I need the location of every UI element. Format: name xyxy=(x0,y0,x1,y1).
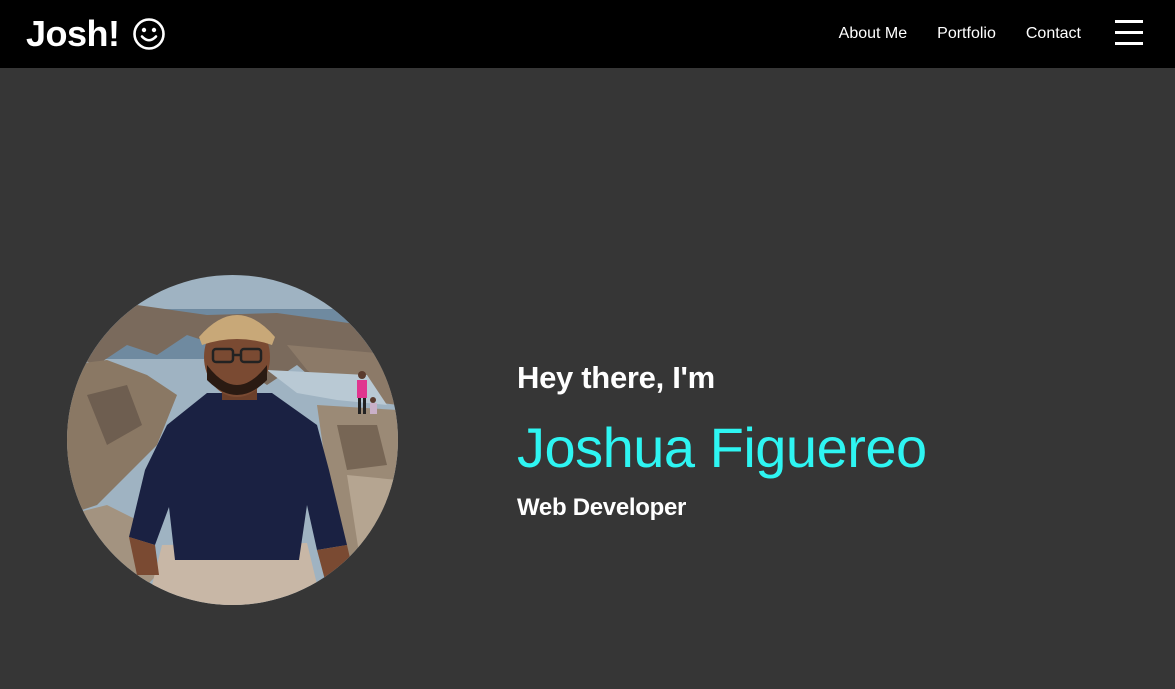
hamburger-bar xyxy=(1115,31,1143,34)
hamburger-menu-icon[interactable] xyxy=(1114,19,1144,47)
hamburger-bar xyxy=(1115,20,1143,23)
hamburger-bar xyxy=(1115,42,1143,45)
hero-name: Joshua Figuereo xyxy=(517,416,927,479)
hero-greeting: Hey there, I'm xyxy=(517,360,715,395)
nav-link-about-me[interactable]: About Me xyxy=(839,24,907,44)
profile-photo xyxy=(67,275,398,605)
main-nav: About Me Portfolio Contact xyxy=(809,0,1081,68)
top-navbar: Josh! About Me Portfolio Contact xyxy=(0,0,1175,68)
hero-role: Web Developer xyxy=(517,494,687,521)
smiley-face-icon xyxy=(132,18,165,50)
brand-name: Josh! xyxy=(26,13,120,54)
brand-home-link[interactable]: Josh! xyxy=(26,12,166,56)
hero-intro: Hey there, I'm Joshua Figuereo Web Devel… xyxy=(517,356,1117,526)
nav-link-portfolio[interactable]: Portfolio xyxy=(937,24,996,44)
nav-link-contact[interactable]: Contact xyxy=(1026,24,1081,44)
